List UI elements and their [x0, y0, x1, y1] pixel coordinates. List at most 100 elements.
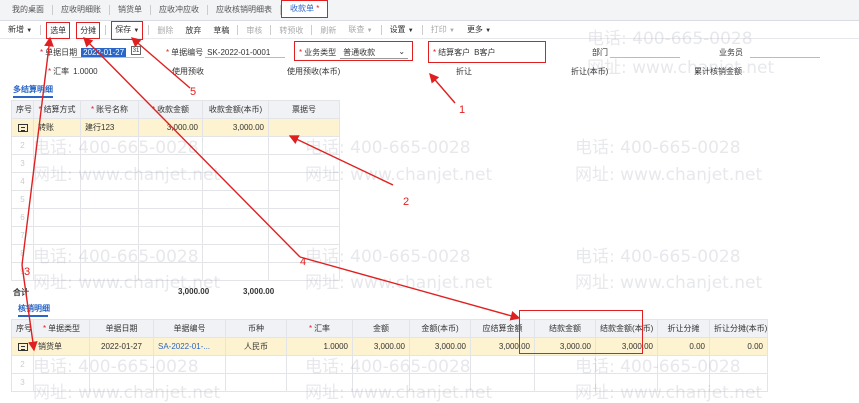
chevron-down-icon: ▼ — [407, 27, 414, 34]
exchange-rate-field[interactable]: * 汇率 1.0000 — [48, 66, 98, 77]
save-button[interactable]: 保存 ▼ — [111, 20, 144, 40]
table-cell[interactable] — [33, 208, 81, 227]
settlement-total-amount-local: 3,000.00 — [243, 287, 275, 296]
settle-amount-highlight — [519, 310, 643, 354]
settings-button[interactable]: 设置 ▼ — [384, 22, 420, 39]
discount-label: 折让 — [456, 67, 472, 76]
table-cell[interactable] — [225, 355, 287, 374]
row-number: 5 — [11, 190, 34, 209]
delete-button[interactable]: 删除 — [151, 23, 179, 38]
table-cell[interactable] — [202, 136, 269, 155]
toolbar-divider — [40, 25, 42, 35]
discard-button[interactable]: 放弃 — [179, 23, 207, 38]
watermark-phone: 电话: 400-665-0028 — [33, 357, 199, 377]
watermark-phone: 电话: 400-665-0028 — [305, 357, 471, 377]
audit-button[interactable]: 审核 — [240, 23, 268, 38]
annotation-number: 3 — [24, 266, 31, 278]
col-settle-method: * 结算方式 — [33, 100, 81, 119]
chevron-down-icon: ▼ — [485, 27, 492, 34]
table-cell[interactable] — [202, 226, 269, 245]
settlement-customer-field[interactable]: * 结算客户 B客户 — [433, 47, 495, 58]
watermark-phone: 电话: 400-665-0028 — [305, 138, 471, 158]
row-menu-icon[interactable] — [17, 342, 28, 351]
settings-label: 设置 — [389, 24, 406, 34]
biz-type-value-box[interactable]: 普通收款 ⌄ — [340, 47, 409, 59]
watermark-phone: 电话: 400-665-0028 — [33, 138, 199, 158]
customer-value: B客户 — [474, 48, 496, 57]
voucher-number-link[interactable]: SA-2022-01-... — [158, 342, 210, 351]
row-action-cell[interactable] — [11, 337, 34, 356]
more-button[interactable]: 更多 ▼ — [461, 22, 497, 39]
table-cell[interactable] — [202, 208, 269, 227]
col-seq: 序号 — [11, 319, 34, 338]
toolbar-divider — [380, 25, 382, 35]
table-cell[interactable] — [202, 244, 269, 263]
tab-receivable-ledger[interactable]: 应收明细账 — [53, 0, 109, 20]
tab-sales-delivery[interactable]: 销货单 — [110, 0, 150, 20]
table-cell[interactable] — [225, 373, 287, 392]
row-number: 2 — [11, 355, 34, 374]
table-row[interactable]: 6 — [11, 208, 340, 227]
receipt-voucher-window: 我的桌面 应收明细账 销货单 应收冲应收 应收核销明细表 收款单 * 新增 ▼ … — [0, 0, 859, 403]
row-action-cell[interactable] — [11, 118, 34, 137]
tab-receipt-voucher[interactable]: 收款单 * — [281, 0, 329, 18]
table-cell[interactable] — [470, 355, 535, 374]
required-marker: * — [48, 67, 52, 76]
print-button[interactable]: 打印 ▼ — [425, 22, 461, 39]
writeoff-section-title[interactable]: 核销明细 — [18, 303, 50, 317]
watermark-site: 网址: www.chanjet.net — [33, 383, 221, 403]
refresh-button[interactable]: 刷新 — [314, 23, 342, 38]
date-label: 单据日期 — [45, 48, 78, 57]
table-cell[interactable] — [268, 190, 340, 209]
draft-button[interactable]: 草稿 — [207, 23, 235, 38]
row-menu-icon[interactable] — [17, 123, 28, 132]
tab-receivable-offset[interactable]: 应收冲应收 — [151, 0, 207, 20]
table-cell[interactable] — [138, 208, 203, 227]
row-number: 2 — [11, 136, 34, 155]
select-source-button[interactable]: 选单 — [46, 21, 71, 39]
col-amount-local: 金额(本币) — [409, 319, 471, 338]
date-value[interactable]: 2022-01-27 — [81, 48, 127, 57]
print-label: 打印 — [430, 24, 447, 34]
table-cell[interactable] — [138, 190, 203, 209]
more-label: 更多 — [466, 24, 483, 34]
new-button[interactable]: 新增 ▼ — [2, 22, 38, 39]
table-cell[interactable] — [202, 190, 269, 209]
required-marker: * — [40, 48, 44, 57]
watermark-site: 网址: www.chanjet.net — [305, 273, 493, 293]
section-underline — [13, 96, 53, 98]
col-label: 单据类型 — [48, 324, 81, 333]
new-label: 新增 — [8, 24, 24, 34]
watermark-site: 网址: www.chanjet.net — [575, 383, 763, 403]
toolbar-divider — [421, 25, 423, 35]
tab-my-desktop[interactable]: 我的桌面 — [4, 0, 52, 20]
row-number: 6 — [11, 208, 34, 227]
calendar-icon[interactable]: 31 — [131, 46, 141, 55]
col-account-name: * 账号名称 — [80, 100, 139, 119]
annotation-number: 2 — [403, 196, 410, 208]
date-underline — [72, 57, 144, 58]
transfer-prepay-button[interactable]: 转预收 — [273, 23, 309, 38]
table-cell[interactable] — [80, 208, 139, 227]
currency-cell[interactable]: 人民币 — [225, 337, 287, 356]
query-button[interactable]: 联查 ▼ — [342, 22, 378, 39]
use-prepay-local-label: 使用预收(本币) — [287, 67, 341, 76]
rate-label: 汇率 — [53, 67, 70, 76]
required-marker: * — [151, 105, 156, 114]
tab-writeoff-detail[interactable]: 应收核销明细表 — [208, 0, 280, 20]
settlement-section-title[interactable]: 多结算明细 — [13, 84, 53, 98]
chevron-down-icon: ▼ — [366, 27, 373, 34]
table-cell[interactable] — [80, 190, 139, 209]
biz-type-select[interactable]: * 业务类型 普通收款 ⌄ — [299, 47, 409, 59]
split-button[interactable]: 分摊 — [76, 21, 101, 39]
amount-local-cell[interactable]: 3,000.00 — [202, 118, 269, 137]
arrow-1 — [429, 72, 456, 104]
chevron-down-icon: ⌄ — [398, 47, 406, 56]
table-cell[interactable] — [268, 208, 340, 227]
watermark-site: 网址: www.chanjet.net — [305, 383, 493, 403]
chevron-down-icon: ▼ — [448, 27, 455, 34]
table-row[interactable]: 5 — [11, 190, 340, 209]
watermark-phone: 电话: 400-665-0028 — [575, 247, 741, 267]
table-cell[interactable] — [33, 190, 81, 209]
row-number: 8 — [11, 244, 34, 263]
